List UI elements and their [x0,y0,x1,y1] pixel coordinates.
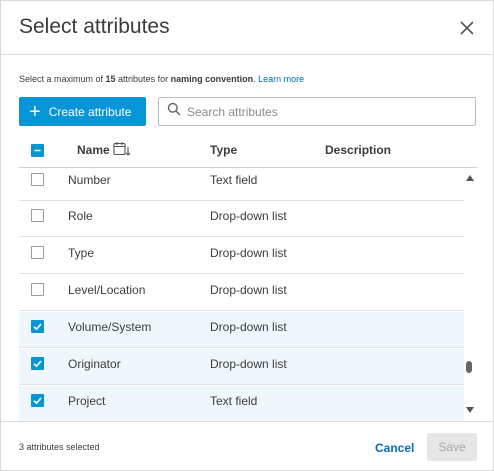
dialog-footer: 3 attributes selected Cancel Save [1,421,493,470]
attribute-name: Type [68,246,95,260]
dialog-header: Select attributes [1,1,493,55]
row-checkbox[interactable] [31,173,44,186]
table-row[interactable]: Originator Drop-down list [19,349,464,385]
scroll-down-icon[interactable] [466,407,474,413]
search-input[interactable] [187,104,467,119]
table-row[interactable]: Type Drop-down list [19,238,464,274]
hint-target: naming convention [170,74,254,84]
column-header-description[interactable]: Description [325,143,391,157]
table-row[interactable]: Volume/System Drop-down list [19,312,464,348]
attribute-type: Text field [210,173,258,187]
attribute-type: Drop-down list [210,209,287,223]
hint-middle: attributes for [115,74,171,84]
sort-calendar-icon[interactable] [113,141,131,160]
attribute-name: Originator [68,357,121,371]
attribute-type: Text field [210,394,258,408]
row-checkbox[interactable] [31,246,44,259]
plus-icon: + [29,100,41,123]
attribute-list: Number Text field Role Drop-down list Ty… [19,168,464,421]
attribute-type: Drop-down list [210,283,287,297]
table-row[interactable]: Project Text field [19,386,464,421]
attribute-name: Role [68,209,93,223]
search-box[interactable] [158,97,476,126]
learn-more-link[interactable]: Learn more [258,74,304,84]
hint-period: . [253,74,256,84]
cancel-button[interactable]: Cancel [375,441,414,455]
attribute-name: Level/Location [68,283,146,297]
save-button[interactable]: Save [427,433,477,461]
scroll-thumb[interactable] [466,361,472,373]
column-header-type[interactable]: Type [210,143,237,157]
list-scrollbar[interactable] [464,168,477,421]
row-checkbox[interactable] [31,209,44,222]
hint-prefix: Select a maximum of [19,74,106,84]
selected-count: 3 attributes selected [19,442,100,452]
row-checkbox[interactable] [31,320,44,333]
attribute-name: Project [68,394,106,408]
table-row[interactable]: Level/Location Drop-down list [19,275,464,311]
row-checkbox[interactable] [31,283,44,296]
attribute-name: Volume/System [68,320,152,334]
attribute-name: Number [68,173,111,187]
select-attributes-dialog: Select attributes Select a maximum of 15… [0,0,494,471]
attribute-type: Drop-down list [210,320,287,334]
table-row[interactable]: Number Text field [19,168,464,201]
row-checkbox[interactable] [31,357,44,370]
scroll-up-icon[interactable] [466,175,474,181]
select-all-checkbox[interactable] [31,144,44,157]
column-header-name[interactable]: Name [77,143,110,157]
search-icon [167,102,181,121]
close-icon[interactable] [457,18,477,38]
dialog-title: Select attributes [19,15,170,38]
table-header: Name Type Description [19,134,477,168]
hint-max: 15 [105,74,116,84]
attribute-type: Drop-down list [210,246,287,260]
create-attribute-label: Create attribute [48,104,132,119]
row-checkbox[interactable] [31,394,44,407]
attribute-type: Drop-down list [210,357,287,371]
table-row[interactable]: Role Drop-down list [19,201,464,237]
selection-hint: Select a maximum of 15 attributes for na… [19,74,304,84]
create-attribute-button[interactable]: + Create attribute [19,97,146,126]
